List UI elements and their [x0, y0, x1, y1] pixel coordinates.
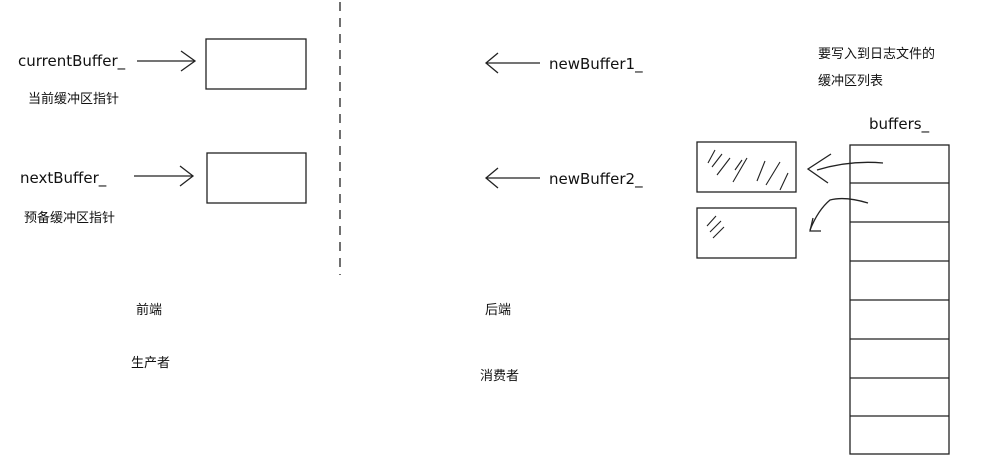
front-end-label: 前端 — [136, 303, 163, 318]
current-buffer-desc: 当前缓冲区指针 — [28, 92, 120, 107]
current-buffer-label: currentBuffer_ — [18, 52, 126, 70]
current-buffer-arrow — [137, 50, 197, 72]
diagram: currentBuffer_ 当前缓冲区指针 nextBuffer_ 预备缓冲区… — [0, 0, 981, 474]
producer-label: 生产者 — [131, 356, 171, 371]
filled-buffer-box — [696, 141, 797, 193]
partial-buffer-box — [696, 207, 797, 259]
consumer-label: 消费者 — [480, 369, 520, 384]
buffers-note-line1: 要写入到日志文件的 — [818, 47, 936, 62]
new-buffer2-arrow — [484, 167, 540, 189]
new-buffer2-label: newBuffer2_ — [549, 170, 643, 188]
next-buffer-arrow — [134, 165, 195, 187]
return-arrow-1 — [806, 153, 884, 184]
return-arrow-2 — [809, 197, 869, 232]
buffers-list-label: buffers_ — [869, 115, 930, 133]
hatch-marks — [706, 149, 789, 239]
current-buffer-box — [205, 38, 307, 90]
new-buffer1-label: newBuffer1_ — [549, 55, 643, 73]
buffers-list — [849, 144, 950, 455]
next-buffer-label: nextBuffer_ — [20, 169, 107, 187]
back-end-label: 后端 — [485, 303, 512, 318]
buffers-note-line2: 缓冲区列表 — [818, 74, 884, 89]
next-buffer-desc: 预备缓冲区指针 — [24, 211, 116, 226]
new-buffer1-arrow — [484, 52, 540, 74]
next-buffer-box — [206, 152, 307, 204]
